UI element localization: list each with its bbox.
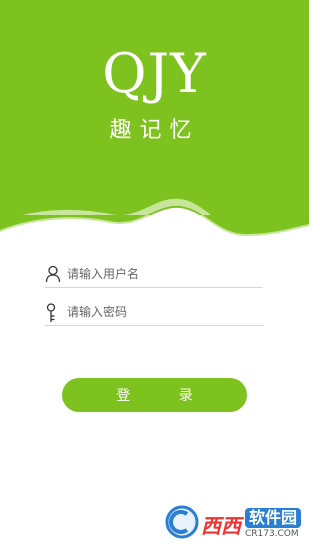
username-field[interactable] [45,261,263,288]
login-button[interactable]: 登 录 [62,378,247,412]
password-field[interactable] [45,299,263,326]
watermark-logo-icon [165,505,199,543]
watermark-site-box: 软件园 CR173.COM [244,508,301,540]
watermark-brand: 西西 [200,513,241,538]
app-logo: QJY [102,42,207,105]
watermark-site: 软件园 [244,508,301,528]
user-icon [45,265,61,283]
key-icon [45,303,61,322]
username-input[interactable] [67,267,257,281]
app-subtitle: 趣记忆 [109,118,200,143]
password-input[interactable] [67,305,257,319]
watermark-url: CR173.COM [244,529,299,539]
watermark: 西西 软件园 CR173.COM [165,504,301,544]
